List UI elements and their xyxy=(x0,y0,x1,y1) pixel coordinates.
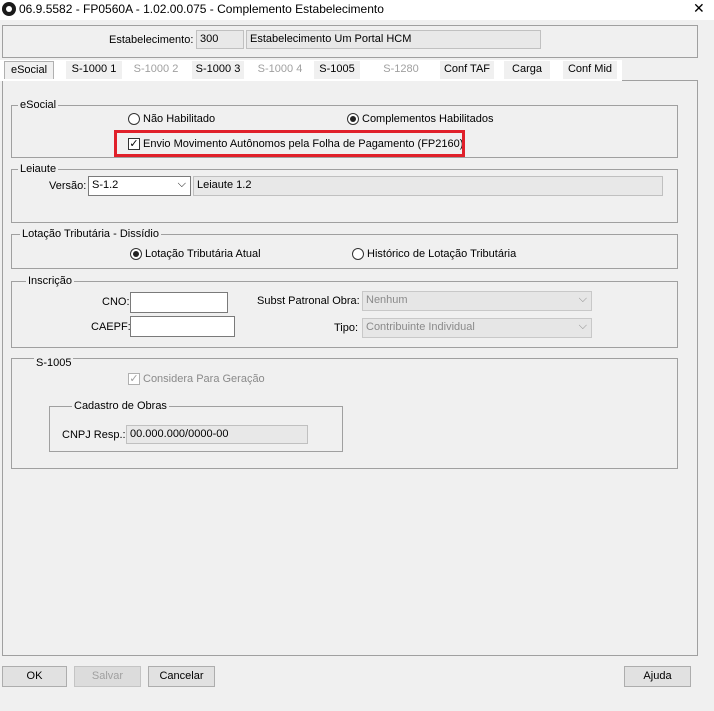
checkbox-considera-geracao-label: Considera Para Geração xyxy=(143,373,265,385)
tab-s1000-1[interactable]: S-1000 1 xyxy=(66,61,122,79)
cadastro-obras-title: Cadastro de Obras xyxy=(72,400,169,412)
chevron-down-icon: ⌵ xyxy=(177,178,186,190)
tab-s1005[interactable]: S-1005 xyxy=(314,61,360,79)
cnpj-resp-field: 00.000.000/0000-00 xyxy=(126,425,308,444)
cno-input[interactable] xyxy=(130,292,228,313)
tab-conf-mid[interactable]: Conf Mid xyxy=(563,61,617,79)
estabelecimento-label: Estabelecimento: xyxy=(109,34,194,46)
cno-label: CNO: xyxy=(102,296,130,308)
cancelar-button[interactable]: Cancelar xyxy=(148,666,215,687)
versao-desc-field: Leiaute 1.2 xyxy=(193,176,663,196)
radio-lotacao-atual[interactable] xyxy=(130,248,142,260)
close-icon[interactable]: ✕ xyxy=(693,0,705,17)
tab-s1000-2: S-1000 2 xyxy=(133,63,179,75)
esocial-group-title: eSocial xyxy=(18,99,59,111)
salvar-button: Salvar xyxy=(74,666,141,687)
radio-historico-lotacao[interactable] xyxy=(352,248,364,260)
checkbox-considera-geracao: ✓ xyxy=(128,373,140,385)
cnpj-resp-label: CNPJ Resp.: xyxy=(62,429,126,441)
radio-nao-habilitado[interactable] xyxy=(128,113,140,125)
ajuda-button[interactable]: Ajuda xyxy=(624,666,691,687)
subst-patronal-value: Nenhum xyxy=(366,294,408,306)
window-title: 06.9.5582 - FP0560A - 1.02.00.075 - Comp… xyxy=(19,2,384,16)
versao-select[interactable]: S-1.2 ⌵ xyxy=(88,176,191,196)
tab-s1000-4: S-1000 4 xyxy=(257,63,303,75)
tipo-value: Contribuinte Individual xyxy=(366,321,475,333)
estabelecimento-name-field: Estabelecimento Um Portal HCM xyxy=(246,30,541,49)
highlight-box xyxy=(114,130,465,157)
radio-nao-habilitado-label: Não Habilitado xyxy=(143,113,216,125)
radio-complementos-habilitados-label: Complementos Habilitados xyxy=(362,113,494,125)
caepf-input[interactable] xyxy=(130,316,235,337)
tab-s1000-3[interactable]: S-1000 3 xyxy=(192,61,244,79)
app-logo-icon xyxy=(2,2,16,16)
radio-historico-lotacao-label: Histórico de Lotação Tributária xyxy=(367,248,517,260)
inscricao-group-title: Inscrição xyxy=(26,275,75,287)
leiaute-group-title: Leiaute xyxy=(18,163,59,175)
tipo-label: Tipo: xyxy=(334,322,359,334)
estabelecimento-code-field: 300 xyxy=(196,30,244,49)
chevron-down-icon: ⌵ xyxy=(578,320,587,332)
lotacao-group-title: Lotação Tributária - Dissídio xyxy=(20,228,161,240)
radio-complementos-habilitados[interactable] xyxy=(347,113,359,125)
subst-patronal-select: Nenhum ⌵ xyxy=(362,291,592,311)
versao-label: Versão: xyxy=(49,180,87,192)
subst-patronal-label: Subst Patronal Obra: xyxy=(257,295,360,307)
versao-select-value: S-1.2 xyxy=(92,179,119,191)
tab-conf-taf[interactable]: Conf TAF xyxy=(440,61,494,79)
chevron-down-icon: ⌵ xyxy=(578,293,587,305)
tab-esocial[interactable]: eSocial xyxy=(4,61,54,79)
tab-carga[interactable]: Carga xyxy=(504,61,550,79)
s1005-group-title: S-1005 xyxy=(34,357,74,369)
caepf-label: CAEPF: xyxy=(91,321,131,333)
tipo-select: Contribuinte Individual ⌵ xyxy=(362,318,592,338)
radio-lotacao-atual-label: Lotação Tributária Atual xyxy=(145,248,261,260)
ok-button[interactable]: OK xyxy=(2,666,67,687)
tab-s1280: S-1280 xyxy=(383,63,419,75)
